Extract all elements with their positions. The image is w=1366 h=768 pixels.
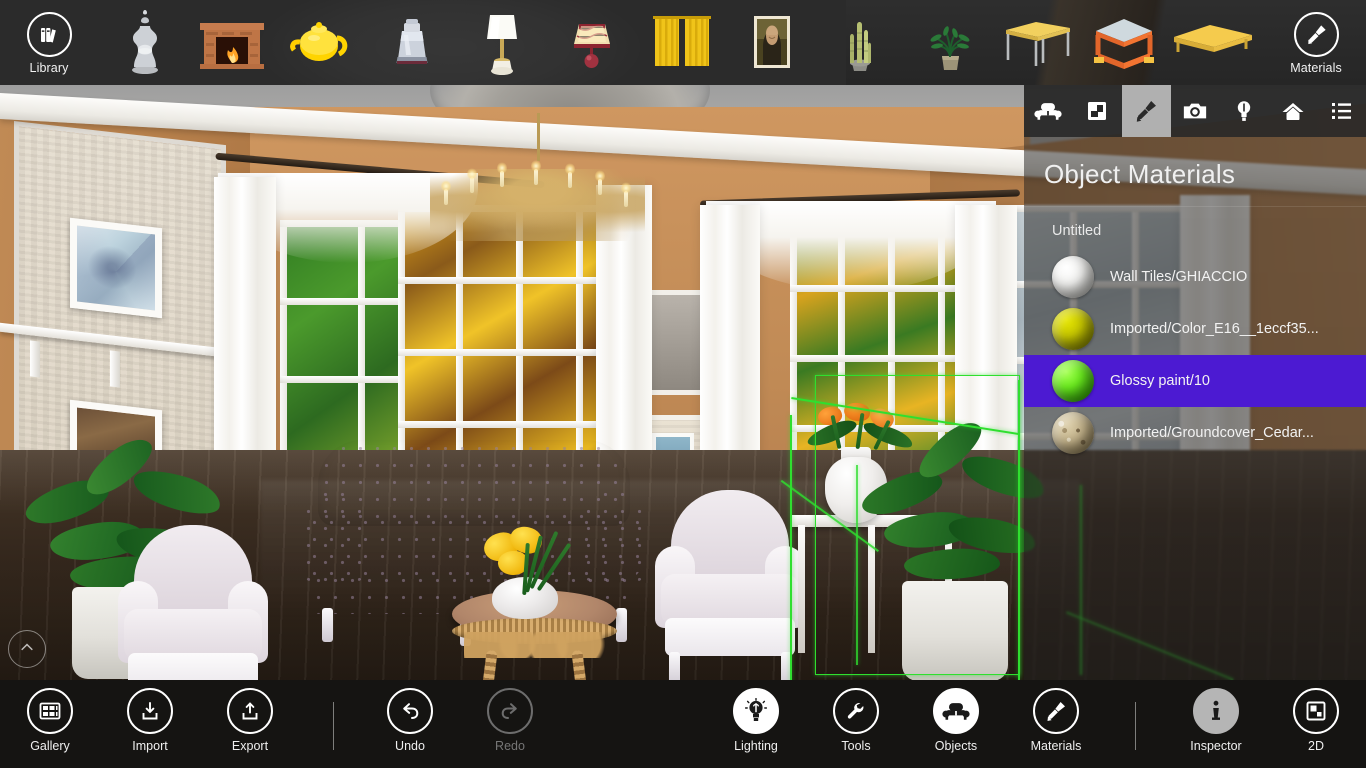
tab-materials[interactable]: [1121, 85, 1171, 137]
materials-library-button[interactable]: Materials: [1277, 12, 1355, 84]
toolbar-separator: [333, 702, 334, 750]
armchair-skirt: [128, 653, 258, 680]
material-swatch: [1052, 308, 1094, 350]
upload-box-icon: [227, 688, 273, 734]
library-item-painting[interactable]: [730, 6, 814, 78]
material-row-selected[interactable]: Glossy paint/10: [1024, 355, 1366, 407]
object-materials-panel: Object Materials Untitled Wall Tiles/GHI…: [1024, 85, 1366, 680]
tab-home[interactable]: [1268, 85, 1317, 137]
library-item-silver-vase[interactable]: [103, 6, 187, 78]
library-item-curtains[interactable]: [640, 6, 724, 78]
material-swatch: [1052, 256, 1094, 298]
library-item-desk[interactable]: [995, 6, 1079, 78]
armchair-left[interactable]: [118, 525, 268, 680]
armchair-right[interactable]: [655, 490, 805, 680]
selection-edge: [856, 465, 858, 665]
material-name: Imported/Groundcover_Cedar...: [1110, 425, 1314, 441]
objects-button[interactable]: Objects: [906, 688, 1006, 764]
download-box-icon: [127, 688, 173, 734]
tab-camera[interactable]: [1171, 85, 1220, 137]
materials-button[interactable]: Materials: [1006, 688, 1106, 764]
inspector-button[interactable]: Inspector: [1166, 688, 1266, 764]
chevron-up-icon: [18, 638, 36, 661]
selection-edge: [790, 415, 792, 680]
bottom-toolbar: Gallery Import Export Undo Redo Lighting…: [0, 680, 1366, 768]
shelf-bracket: [30, 340, 40, 378]
objects-label: Objects: [934, 739, 978, 753]
selection-edge: [1018, 380, 1020, 680]
paintbrush-icon: [1033, 688, 1079, 734]
gallery-grid-icon: [27, 688, 73, 734]
material-row[interactable]: Imported/Color_E16__1eccf35...: [1024, 303, 1366, 355]
materials-list: Wall Tiles/GHIACCIO Imported/Color_E16__…: [1024, 251, 1366, 459]
armchair-skirt: [665, 618, 795, 656]
redo-arrow-icon: [487, 688, 533, 734]
material-name: Wall Tiles/GHIACCIO: [1110, 269, 1248, 285]
tab-list[interactable]: [1317, 85, 1366, 137]
lightbulb-icon: [733, 688, 779, 734]
floorplan-icon: [1293, 688, 1339, 734]
library-item-fireplace[interactable]: [190, 6, 274, 78]
library-item-side-table[interactable]: [1082, 6, 1166, 78]
tab-objects[interactable]: [1024, 85, 1073, 137]
export-label: Export: [231, 739, 269, 753]
tab-lighting[interactable]: [1219, 85, 1268, 137]
material-swatch: [1052, 360, 1094, 402]
app-window: Library Materials Object Materials Untit…: [0, 0, 1366, 768]
wall-picture-abstract[interactable]: [70, 217, 162, 319]
library-button[interactable]: Library: [10, 12, 88, 84]
undo-label: Undo: [395, 739, 425, 753]
import-button[interactable]: Import: [100, 688, 200, 764]
panel-tab-bar: [1024, 85, 1366, 137]
flower-arrangement[interactable]: [470, 523, 582, 596]
chandelier[interactable]: [430, 159, 645, 269]
wrench-icon: [833, 688, 879, 734]
selection-bounding-box: [815, 375, 1020, 675]
import-label: Import: [132, 739, 168, 753]
material-group-label: Untitled: [1052, 223, 1102, 239]
info-icon: [1193, 688, 1239, 734]
redo-button[interactable]: Redo: [460, 688, 560, 764]
tools-label: Tools: [841, 739, 871, 753]
sofa-icon: [933, 688, 979, 734]
viewport-collapse-button[interactable]: [8, 630, 46, 668]
materials-label: Materials: [1030, 739, 1082, 753]
library-books-icon: [26, 12, 72, 57]
library-item-table-lamp[interactable]: [460, 6, 544, 78]
twod-label: 2D: [1308, 739, 1324, 753]
inspector-label: Inspector: [1190, 739, 1242, 753]
lighting-label: Lighting: [734, 739, 778, 753]
material-row[interactable]: Wall Tiles/GHIACCIO: [1024, 251, 1366, 303]
library-button-label: Library: [29, 61, 69, 75]
gallery-button[interactable]: Gallery: [0, 688, 100, 764]
redo-label: Redo: [495, 739, 525, 753]
export-button[interactable]: Export: [200, 688, 300, 764]
material-swatch: [1052, 412, 1094, 454]
library-item-cactus[interactable]: [818, 6, 902, 78]
library-item-fringed-lamp[interactable]: [550, 6, 634, 78]
library-item-milk-jug[interactable]: [370, 6, 454, 78]
shelf-bracket: [110, 350, 120, 388]
gallery-label: Gallery: [30, 739, 70, 753]
materials-library-label: Materials: [1290, 61, 1342, 75]
material-name: Glossy paint/10: [1110, 373, 1210, 389]
library-item-houseplant[interactable]: [908, 6, 992, 78]
toolbar-separator: [1135, 702, 1136, 750]
lighting-button[interactable]: Lighting: [706, 688, 806, 764]
material-name: Imported/Color_E16__1eccf35...: [1110, 321, 1319, 337]
library-toolbar: Library Materials: [0, 0, 1366, 85]
tools-button[interactable]: Tools: [806, 688, 906, 764]
paintbrush-icon: [1293, 12, 1339, 57]
panel-body: Object Materials Untitled Wall Tiles/GHI…: [1024, 137, 1366, 680]
library-item-teapot[interactable]: [280, 6, 364, 78]
undo-arrow-icon: [387, 688, 433, 734]
chandelier-chain: [537, 113, 540, 161]
undo-button[interactable]: Undo: [360, 688, 460, 764]
material-row[interactable]: Imported/Groundcover_Cedar...: [1024, 407, 1366, 459]
twod-button[interactable]: 2D: [1266, 688, 1366, 764]
panel-title: Object Materials: [1044, 159, 1236, 189]
library-item-low-table[interactable]: [1170, 6, 1254, 78]
tab-floorplan[interactable]: [1073, 85, 1122, 137]
